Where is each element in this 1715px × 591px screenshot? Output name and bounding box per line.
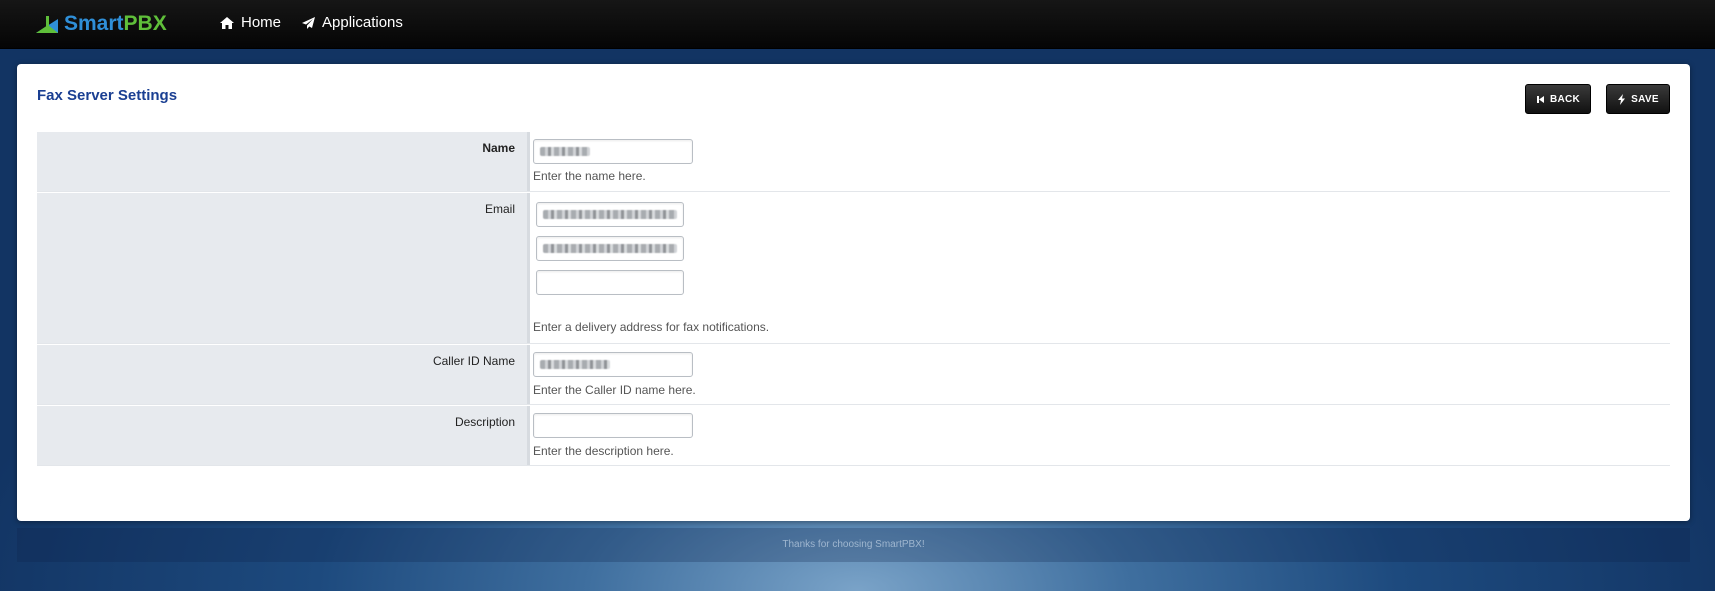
- label-cell: Description: [37, 406, 530, 465]
- back-button-label: BACK: [1549, 93, 1581, 105]
- logo-smart-text: Smart: [64, 12, 124, 35]
- label-cell: Caller ID Name: [37, 345, 530, 404]
- bolt-icon: [1618, 93, 1626, 105]
- name-label: Name: [482, 141, 515, 155]
- app-logo[interactable]: SmartPBX: [34, 12, 167, 36]
- logo-pbx-text: PBX: [123, 12, 167, 35]
- description-label: Description: [454, 415, 515, 429]
- caller-id-name-input[interactable]: [533, 352, 693, 377]
- nav-home[interactable]: Home: [219, 14, 281, 31]
- redacted-value: [540, 360, 610, 370]
- form-row-email: Email Enter a delivery address for fax n…: [37, 193, 1670, 344]
- label-cell: Name: [37, 132, 530, 191]
- name-input[interactable]: [533, 139, 693, 164]
- redacted-value: [540, 147, 590, 157]
- nav-home-label: Home: [241, 14, 282, 31]
- app-logo-text: SmartPBX: [64, 12, 167, 36]
- name-help-text: Enter the name here.: [533, 169, 646, 183]
- email-field-2[interactable]: [536, 236, 684, 261]
- caller-id-name-label: Caller ID Name: [432, 354, 515, 368]
- form-row-caller-id: Caller ID Name Enter the Caller ID name …: [37, 345, 1670, 405]
- top-navbar: SmartPBX Home Applications: [0, 0, 1715, 49]
- nav-applications-label: Applications: [322, 14, 403, 31]
- redacted-value: [543, 244, 677, 254]
- redacted-value: [543, 210, 677, 220]
- email-field-3[interactable]: [536, 270, 684, 295]
- email-label: Email: [484, 202, 515, 216]
- page-title: Fax Server Settings: [37, 87, 178, 104]
- form-row-description: Description Enter the description here.: [37, 406, 1670, 466]
- back-button[interactable]: BACK: [1525, 84, 1591, 114]
- home-icon: [220, 16, 234, 29]
- description-input[interactable]: [533, 413, 693, 438]
- settings-panel: Fax Server Settings BACK SAVE Name Enter…: [17, 64, 1690, 521]
- email-help-text: Enter a delivery address for fax notific…: [533, 320, 770, 334]
- save-button[interactable]: SAVE: [1606, 84, 1670, 114]
- paper-plane-icon: [302, 16, 316, 29]
- skip-back-icon: [1536, 95, 1544, 103]
- nav-applications[interactable]: Applications: [301, 14, 403, 31]
- footer: Thanks for choosing SmartPBX!: [17, 528, 1690, 562]
- caller-id-help-text: Enter the Caller ID name here.: [533, 383, 696, 397]
- form-row-name: Name Enter the name here.: [37, 132, 1670, 192]
- email-field-1[interactable]: [536, 202, 684, 227]
- description-help-text: Enter the description here.: [533, 444, 674, 458]
- main-nav: Home Applications: [219, 14, 403, 31]
- save-button-label: SAVE: [1631, 93, 1659, 105]
- label-cell: Email: [37, 193, 530, 343]
- smartpbx-logo-icon: [36, 16, 58, 33]
